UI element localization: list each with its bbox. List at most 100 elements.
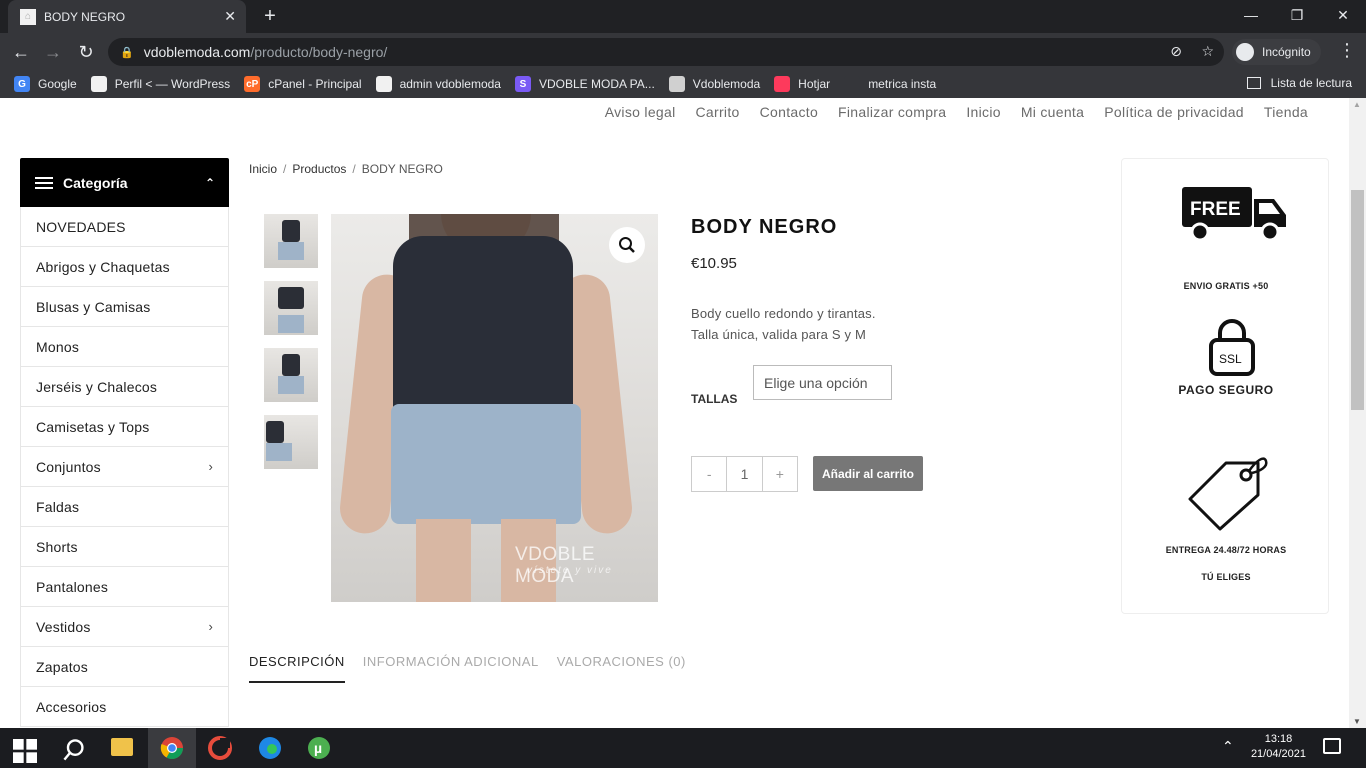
- add-to-cart-button[interactable]: Añadir al carrito: [813, 456, 923, 491]
- bookmark-label: VDOBLE MODA PA...: [538, 77, 655, 91]
- category-item[interactable]: Abrigos y Chaquetas: [21, 247, 228, 287]
- bookmark-label: Google: [38, 77, 77, 91]
- taskbar-clock[interactable]: 13:18 21/04/2021: [1251, 732, 1306, 762]
- bookmark-item[interactable]: Hotjar: [774, 76, 830, 92]
- tab-description[interactable]: DESCRIPCIÓN: [249, 654, 345, 683]
- top-nav-link[interactable]: Carrito: [696, 104, 740, 120]
- address-bar[interactable]: 🔒 vdoblemoda.com/producto/body-negro/ ⊘ …: [108, 38, 1224, 66]
- category-item[interactable]: Jerséis y Chalecos: [21, 367, 228, 407]
- product-thumbnail[interactable]: [264, 415, 318, 469]
- reading-list-button[interactable]: Lista de lectura: [1246, 76, 1352, 90]
- category-item[interactable]: Vestidos ›: [21, 607, 228, 647]
- category-item[interactable]: Shorts: [21, 527, 228, 567]
- eye-off-icon[interactable]: ⊘: [1170, 43, 1182, 59]
- bookmark-item[interactable]: S VDOBLE MODA PA...: [514, 76, 655, 92]
- quantity-increment-button[interactable]: +: [763, 457, 797, 491]
- product-short-description: Body cuello redondo y tirantas. Talla ún…: [691, 303, 876, 345]
- breadcrumb-separator: /: [352, 162, 356, 176]
- top-nav-link[interactable]: Mi cuenta: [1021, 104, 1084, 120]
- product-thumbnail[interactable]: [264, 281, 318, 335]
- product-main-image[interactable]: VDOBLE MODA vístete y vive: [331, 214, 658, 602]
- category-item[interactable]: Monos: [21, 327, 228, 367]
- new-tab-button[interactable]: +: [258, 5, 282, 29]
- breadcrumb: Inicio / Productos / BODY NEGRO: [249, 162, 443, 176]
- hamburger-icon: [35, 176, 53, 189]
- chevron-right-icon[interactable]: ›: [208, 619, 213, 634]
- incognito-indicator[interactable]: Incógnito: [1232, 39, 1321, 65]
- zoom-magnifier-icon[interactable]: [609, 227, 645, 263]
- scrollbar-thumb[interactable]: [1351, 190, 1364, 410]
- top-nav-link[interactable]: Aviso legal: [605, 104, 676, 120]
- chevron-right-icon[interactable]: ›: [208, 459, 213, 474]
- bookmark-favicon-icon: [844, 76, 861, 92]
- top-nav-link[interactable]: Tienda: [1264, 104, 1308, 120]
- breadcrumb-products[interactable]: Productos: [292, 162, 346, 176]
- scroll-up-arrow-icon[interactable]: ▲: [1353, 100, 1361, 109]
- quantity-input[interactable]: 1: [726, 457, 763, 491]
- bookmark-item[interactable]: cP cPanel - Principal: [244, 76, 362, 92]
- bookmark-label: Vdoblemoda: [692, 77, 761, 91]
- tab-close-icon[interactable]: ✕: [224, 8, 236, 25]
- file-explorer-icon[interactable]: [111, 738, 133, 756]
- page-scrollbar[interactable]: ▲ ▼: [1349, 98, 1366, 728]
- bookmark-item[interactable]: admin vdoblemoda: [375, 76, 501, 92]
- product-thumbnail[interactable]: [264, 214, 318, 268]
- back-arrow-icon[interactable]: ←: [8, 39, 34, 65]
- product-tabs: DESCRIPCIÓN INFORMACIÓN ADICIONAL VALORA…: [249, 654, 686, 683]
- size-label: TALLAS: [691, 392, 738, 406]
- category-item[interactable]: Blusas y Camisas: [21, 287, 228, 327]
- scroll-down-arrow-icon[interactable]: ▼: [1353, 717, 1361, 726]
- system-tray-chevron-icon[interactable]: ⌃: [1222, 738, 1246, 762]
- category-label: Shorts: [36, 538, 78, 555]
- utorrent-icon[interactable]: µ: [307, 736, 331, 760]
- category-item[interactable]: Zapatos: [21, 647, 228, 687]
- tab-additional-info[interactable]: INFORMACIÓN ADICIONAL: [363, 654, 539, 683]
- search-icon[interactable]: [62, 738, 86, 762]
- star-bookmark-icon[interactable]: ☆: [1201, 43, 1214, 59]
- category-item[interactable]: NOVEDADES: [21, 207, 228, 247]
- bookmark-item[interactable]: metrica insta: [844, 76, 936, 92]
- category-item[interactable]: Conjuntos ›: [21, 447, 228, 487]
- breadcrumb-home[interactable]: Inicio: [249, 162, 277, 176]
- window-close-icon[interactable]: ✕: [1320, 0, 1366, 30]
- delivery-label: ENTREGA 24.48/72 HORAS: [1165, 545, 1287, 555]
- category-header[interactable]: Categoría ⌃: [20, 158, 229, 207]
- incognito-icon: [1236, 43, 1254, 61]
- top-nav-link[interactable]: Inicio: [966, 104, 1000, 120]
- quantity-decrement-button[interactable]: -: [692, 457, 726, 491]
- bookmark-item[interactable]: Perfil < — WordPress: [90, 76, 230, 92]
- top-nav-link[interactable]: Política de privacidad: [1104, 104, 1244, 120]
- top-nav-link[interactable]: Finalizar compra: [838, 104, 946, 120]
- category-item[interactable]: Accesorios: [21, 687, 228, 727]
- chrome-icon[interactable]: [160, 736, 184, 760]
- maximize-icon[interactable]: ❐: [1274, 0, 1320, 30]
- category-label: Pantalones: [36, 578, 109, 595]
- size-select[interactable]: Elige una opción: [753, 365, 892, 400]
- category-label: NOVEDADES: [36, 218, 126, 235]
- edge-icon[interactable]: [258, 736, 282, 760]
- category-label: Zapatos: [36, 658, 88, 675]
- windows-start-icon[interactable]: [13, 739, 37, 763]
- ccleaner-icon[interactable]: [208, 736, 232, 760]
- bookmark-favicon-icon: [375, 76, 392, 92]
- category-label: Accesorios: [36, 698, 107, 715]
- category-item[interactable]: Pantalones: [21, 567, 228, 607]
- reload-icon[interactable]: ↻: [73, 39, 99, 65]
- browser-menu-icon[interactable]: ⋮: [1338, 40, 1356, 61]
- bookmark-item[interactable]: Vdoblemoda: [668, 76, 761, 92]
- minimize-icon[interactable]: —: [1228, 0, 1274, 30]
- category-item[interactable]: Faldas: [21, 487, 228, 527]
- bookmark-item[interactable]: G Google: [14, 76, 77, 92]
- reading-list-icon: [1246, 77, 1261, 89]
- bookmark-label: admin vdoblemoda: [399, 77, 501, 91]
- top-nav-link[interactable]: Contacto: [760, 104, 818, 120]
- browser-tab[interactable]: ⌂ BODY NEGRO ✕: [8, 0, 246, 33]
- tab-reviews[interactable]: VALORACIONES (0): [557, 654, 686, 683]
- description-line: Body cuello redondo y tirantas.: [691, 306, 876, 321]
- forward-arrow-icon[interactable]: →: [40, 39, 66, 65]
- clock-time: 13:18: [1264, 733, 1293, 745]
- product-thumbnail[interactable]: [264, 348, 318, 402]
- category-item[interactable]: Camisetas y Tops: [21, 407, 228, 447]
- notification-center-icon[interactable]: [1323, 738, 1341, 754]
- bookmarks-bar: G Google Perfil < — WordPress cP cPanel - Pr…: [0, 70, 1366, 98]
